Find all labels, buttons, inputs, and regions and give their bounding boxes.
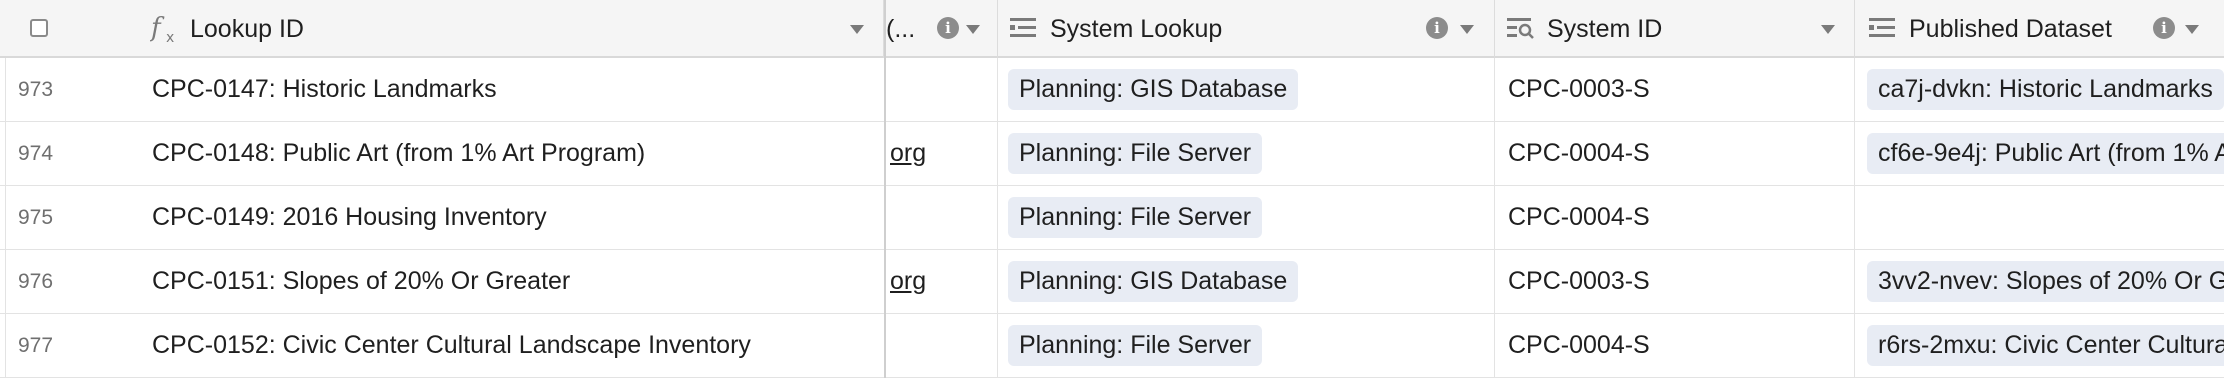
published-dataset-cell[interactable] bbox=[1855, 186, 2224, 249]
lookup-id-cell[interactable]: 977 CPC-0152: Civic Center Cultural Land… bbox=[0, 314, 884, 377]
linked-list-icon bbox=[1010, 16, 1038, 40]
header-hidden-col[interactable]: (... i bbox=[886, 0, 998, 58]
published-dataset-chip[interactable]: 3vv2-nvev: Slopes of 20% Or Greater bbox=[1867, 261, 2224, 302]
row-number: 975 bbox=[18, 205, 54, 229]
lookup-list-icon bbox=[1507, 16, 1535, 40]
data-grid: f x Lookup ID (... i System Lookup i Sys… bbox=[0, 0, 2224, 378]
system-id-value: CPC-0004-S bbox=[1508, 203, 1650, 231]
hidden-col-cell[interactable] bbox=[886, 314, 998, 377]
system-lookup-chip[interactable]: Planning: File Server bbox=[1008, 325, 1263, 366]
select-all-checkbox[interactable] bbox=[30, 19, 48, 37]
system-id-cell[interactable]: CPC-0003-S bbox=[1495, 250, 1855, 313]
published-dataset-cell[interactable]: ca7j-dvkn: Historic Landmarks bbox=[1855, 58, 2224, 121]
row-number: 977 bbox=[18, 333, 54, 357]
header-system-lookup[interactable]: System Lookup i bbox=[998, 0, 1495, 58]
lookup-id-cell[interactable]: 974 CPC-0148: Public Art (from 1% Art Pr… bbox=[0, 122, 884, 185]
header-system-id[interactable]: System ID bbox=[1495, 0, 1855, 58]
system-lookup-cell[interactable]: Planning: GIS Database bbox=[998, 58, 1495, 121]
lookup-id-cell[interactable]: 973 CPC-0147: Historic Landmarks bbox=[0, 58, 884, 121]
system-id-cell[interactable]: CPC-0003-S bbox=[1495, 58, 1855, 121]
info-icon[interactable]: i bbox=[937, 17, 959, 39]
table-row[interactable]: 974 CPC-0148: Public Art (from 1% Art Pr… bbox=[0, 122, 2224, 186]
system-lookup-chip[interactable]: Planning: GIS Database bbox=[1008, 69, 1299, 110]
chevron-down-icon[interactable] bbox=[2185, 25, 2199, 34]
frozen-column-divider[interactable] bbox=[884, 0, 886, 378]
lookup-id-value: CPC-0147: Historic Landmarks bbox=[152, 75, 497, 103]
header-label-published-dataset: Published Dataset bbox=[1909, 14, 2112, 43]
published-dataset-chip[interactable]: r6rs-2mxu: Civic Center Cultural Landsca… bbox=[1867, 325, 2224, 366]
system-lookup-cell[interactable]: Planning: File Server bbox=[998, 186, 1495, 249]
system-lookup-chip[interactable]: Planning: File Server bbox=[1008, 197, 1263, 238]
system-lookup-cell[interactable]: Planning: GIS Database bbox=[998, 250, 1495, 313]
system-lookup-cell[interactable]: Planning: File Server bbox=[998, 122, 1495, 185]
published-dataset-chip[interactable]: cf6e-9e4j: Public Art (from 1% Art Progr… bbox=[1867, 133, 2224, 174]
system-lookup-chip[interactable]: Planning: GIS Database bbox=[1008, 261, 1299, 302]
hidden-col-value[interactable]: org bbox=[886, 139, 926, 168]
svg-text:x: x bbox=[166, 30, 174, 46]
linked-list-icon bbox=[1869, 16, 1897, 40]
hidden-col-cell[interactable] bbox=[886, 186, 998, 249]
header-lookup-id[interactable]: f x Lookup ID bbox=[0, 0, 884, 58]
table-row[interactable]: 975 CPC-0149: 2016 Housing Inventory Pla… bbox=[0, 186, 2224, 250]
lookup-id-value: CPC-0151: Slopes of 20% Or Greater bbox=[152, 267, 571, 295]
system-id-value: CPC-0004-S bbox=[1508, 331, 1650, 359]
header-label-system-id: System ID bbox=[1547, 14, 1663, 43]
row-number: 974 bbox=[18, 141, 54, 165]
header-published-dataset[interactable]: Published Dataset i bbox=[1855, 0, 2224, 58]
published-dataset-cell[interactable]: r6rs-2mxu: Civic Center Cultural Landsca… bbox=[1855, 314, 2224, 377]
published-dataset-cell[interactable]: 3vv2-nvev: Slopes of 20% Or Greater bbox=[1855, 250, 2224, 313]
table-row[interactable]: 977 CPC-0152: Civic Center Cultural Land… bbox=[0, 314, 2224, 378]
table-row[interactable]: 976 CPC-0151: Slopes of 20% Or Greater o… bbox=[0, 250, 2224, 314]
hidden-col-cell[interactable]: org bbox=[886, 250, 998, 313]
system-id-value: CPC-0003-S bbox=[1508, 75, 1650, 103]
system-id-value: CPC-0003-S bbox=[1508, 267, 1650, 295]
info-icon[interactable]: i bbox=[2153, 17, 2175, 39]
chevron-down-icon[interactable] bbox=[1821, 25, 1835, 34]
svg-text:f: f bbox=[150, 13, 165, 43]
lookup-id-value: CPC-0149: 2016 Housing Inventory bbox=[152, 203, 547, 231]
system-id-cell[interactable]: CPC-0004-S bbox=[1495, 122, 1855, 185]
published-dataset-chip[interactable]: ca7j-dvkn: Historic Landmarks bbox=[1867, 69, 2224, 110]
system-id-value: CPC-0004-S bbox=[1508, 139, 1650, 167]
lookup-id-value: CPC-0148: Public Art (from 1% Art Progra… bbox=[152, 139, 646, 167]
system-lookup-chip[interactable]: Planning: File Server bbox=[1008, 133, 1263, 174]
hidden-col-cell[interactable] bbox=[886, 58, 998, 121]
hidden-col-value[interactable]: org bbox=[886, 267, 926, 296]
chevron-down-icon[interactable] bbox=[966, 25, 980, 34]
info-icon[interactable]: i bbox=[1426, 17, 1448, 39]
chevron-down-icon[interactable] bbox=[1460, 25, 1474, 34]
grid-header: f x Lookup ID (... i System Lookup i Sys… bbox=[0, 0, 2224, 58]
formula-icon: f x bbox=[150, 12, 182, 46]
lookup-id-cell[interactable]: 975 CPC-0149: 2016 Housing Inventory bbox=[0, 186, 884, 249]
header-label-hidden-col: (... bbox=[886, 14, 916, 43]
row-number: 973 bbox=[18, 77, 54, 101]
chevron-down-icon[interactable] bbox=[850, 25, 864, 34]
header-label-lookup-id: Lookup ID bbox=[190, 14, 304, 43]
grid-left-edge bbox=[5, 58, 6, 378]
system-lookup-cell[interactable]: Planning: File Server bbox=[998, 314, 1495, 377]
lookup-id-cell[interactable]: 976 CPC-0151: Slopes of 20% Or Greater bbox=[0, 250, 884, 313]
system-id-cell[interactable]: CPC-0004-S bbox=[1495, 186, 1855, 249]
lookup-id-value: CPC-0152: Civic Center Cultural Landscap… bbox=[152, 331, 751, 359]
header-label-system-lookup: System Lookup bbox=[1050, 14, 1223, 43]
table-row[interactable]: 973 CPC-0147: Historic Landmarks Plannin… bbox=[0, 58, 2224, 122]
row-number: 976 bbox=[18, 269, 54, 293]
published-dataset-cell[interactable]: cf6e-9e4j: Public Art (from 1% Art Progr… bbox=[1855, 122, 2224, 185]
hidden-col-cell[interactable]: org bbox=[886, 122, 998, 185]
system-id-cell[interactable]: CPC-0004-S bbox=[1495, 314, 1855, 377]
